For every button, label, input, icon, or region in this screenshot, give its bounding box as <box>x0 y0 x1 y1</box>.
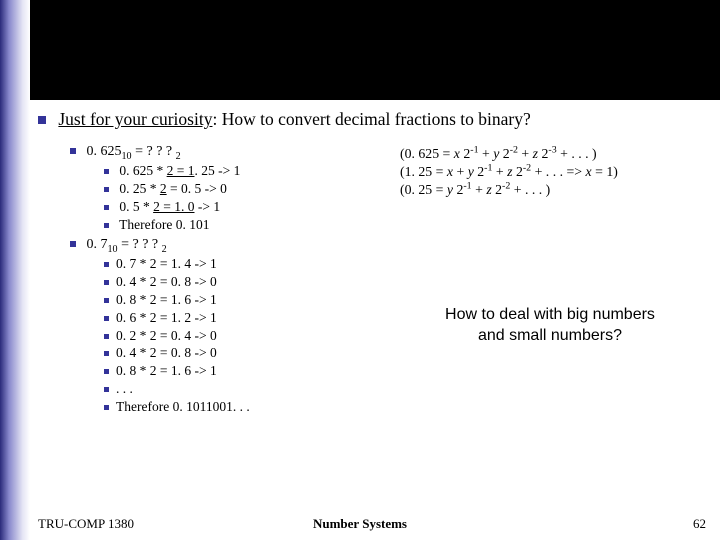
derivation-line: (1. 25 = x + y 2-1 + z 2-2 + . . . => x … <box>400 163 715 181</box>
derivation-line: (0. 25 = y 2-1 + z 2-2 + . . . ) <box>400 181 715 199</box>
left-gradient-band <box>0 0 30 540</box>
example2-step: 0. 4 * 2 = 0. 8 -> 0 <box>104 273 710 291</box>
derivation-notes: (0. 625 = x 2-1 + y 2-2 + z 2-3 + . . . … <box>400 145 715 200</box>
main-question: Just for your curiosity: How to convert … <box>38 108 710 131</box>
title-placeholder-band <box>0 0 720 100</box>
bullet-icon <box>104 351 109 356</box>
main-question-rest: : How to convert decimal fractions to bi… <box>212 109 530 129</box>
emphasis-question: How to deal with big numbers and small n… <box>400 305 700 347</box>
bullet-icon <box>104 280 109 285</box>
footer-page-number: 62 <box>693 516 706 532</box>
bullet-icon <box>104 298 109 303</box>
bullet-icon <box>38 116 46 124</box>
derivation-line: (0. 625 = x 2-1 + y 2-2 + z 2-3 + . . . … <box>400 145 715 163</box>
bullet-icon <box>104 223 109 228</box>
bullet-icon <box>104 405 109 410</box>
example2-step: 0. 8 * 2 = 1. 6 -> 1 <box>104 362 710 380</box>
main-question-prefix: Just for your curiosity <box>58 109 212 129</box>
example2-step: Therefore 0. 1011001. . . <box>104 398 710 416</box>
bullet-icon <box>104 169 109 174</box>
example2-step: 0. 4 * 2 = 0. 8 -> 0 <box>104 344 710 362</box>
bullet-icon <box>70 148 76 154</box>
bullet-icon <box>104 387 109 392</box>
bullet-icon <box>104 262 109 267</box>
bullet-icon <box>70 241 76 247</box>
example2-step: . . . <box>104 380 710 398</box>
bullet-icon <box>104 369 109 374</box>
example1-step: Therefore 0. 101 <box>104 216 710 234</box>
slide: Just for your curiosity: How to convert … <box>0 0 720 540</box>
example2-heading: 0. 710 = ? ? ? 2 <box>70 234 710 256</box>
bullet-icon <box>104 334 109 339</box>
footer-title: Number Systems <box>0 516 720 532</box>
example1-step: 0. 5 * 2 = 1. 0 -> 1 <box>104 198 710 216</box>
bullet-icon <box>104 187 109 192</box>
example2-step: 0. 7 * 2 = 1. 4 -> 1 <box>104 255 710 273</box>
bullet-icon <box>104 316 109 321</box>
bullet-icon <box>104 205 109 210</box>
